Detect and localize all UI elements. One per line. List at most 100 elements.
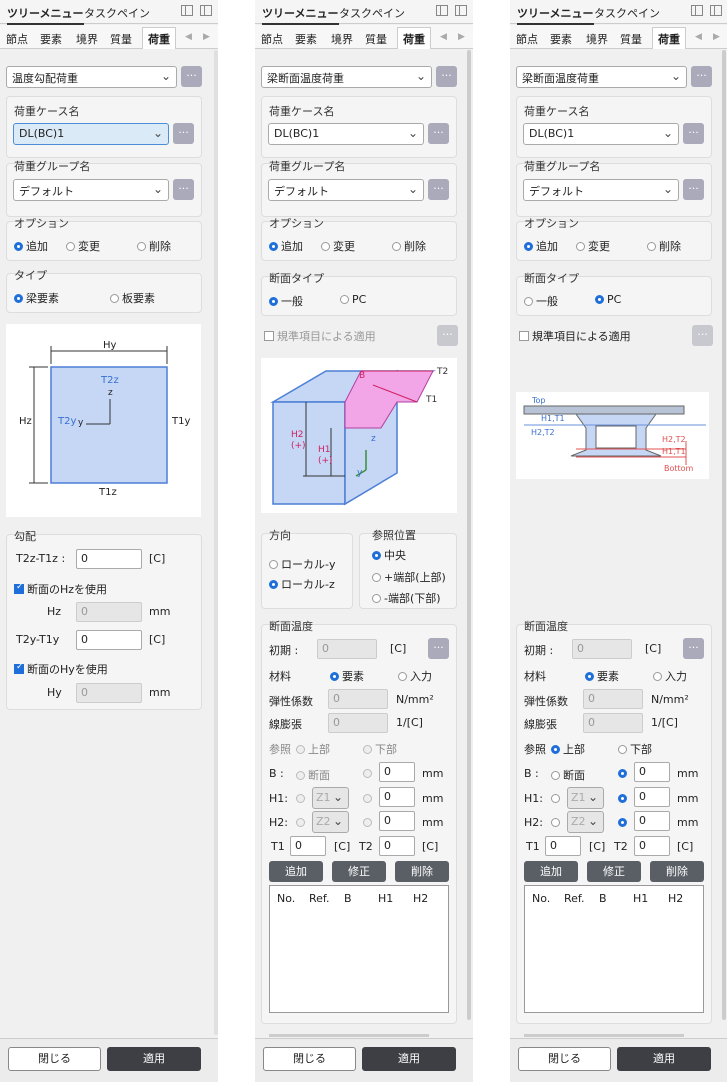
option-add-radio[interactable]: 追加 [14, 238, 48, 254]
h2-select-radio[interactable] [296, 816, 308, 829]
h1-select[interactable]: Z1 ⌄ [312, 787, 349, 809]
initial-input[interactable]: 0 [572, 639, 632, 659]
tab-element[interactable]: 要素 [40, 31, 62, 47]
h2-input[interactable]: 0 [379, 811, 415, 831]
tab-load[interactable]: 荷重 [652, 27, 686, 49]
tab-next-icon[interactable]: ▶ [713, 32, 720, 42]
by-standard-checkbox[interactable]: 規準項目による適用 [519, 328, 631, 344]
h1-select-radio[interactable] [296, 792, 308, 805]
col-h1[interactable]: H1 [378, 892, 393, 905]
tab-node[interactable]: 節点 [261, 31, 283, 47]
load-case-select[interactable]: DL(BC)1 ⌄ [523, 123, 679, 145]
col-no[interactable]: No. [277, 892, 295, 905]
tab-prev-icon[interactable]: ◀ [695, 32, 702, 42]
option-add-radio[interactable]: 追加 [524, 238, 558, 254]
tab-mass[interactable]: 質量 [110, 31, 132, 47]
initial-more-button[interactable]: ... [683, 638, 704, 659]
h-scrollbar[interactable] [524, 1034, 684, 1037]
split-icon[interactable] [455, 5, 467, 16]
b-section-radio[interactable]: 断面 [296, 767, 330, 783]
load-group-select[interactable]: デフォルト ⌄ [268, 179, 424, 201]
ref-center-radio[interactable]: 中央 [372, 547, 406, 563]
delete-row-button[interactable]: 削除 [395, 861, 449, 882]
close-button[interactable]: 閉じる [8, 1047, 101, 1071]
add-row-button[interactable]: 追加 [269, 861, 323, 882]
option-delete-radio[interactable]: 削除 [392, 238, 426, 254]
tab-boundary[interactable]: 境界 [331, 31, 353, 47]
ref2-bottom-radio[interactable]: 下部 [363, 741, 397, 757]
tab-prev-icon[interactable]: ◀ [440, 32, 447, 42]
tab-boundary[interactable]: 境界 [76, 31, 98, 47]
t1-input[interactable]: 0 [290, 836, 326, 856]
thermal-input[interactable]: 0 [583, 713, 643, 733]
initial-more-button[interactable]: ... [428, 638, 449, 659]
scrollbar[interactable] [722, 50, 726, 1020]
load-group-more-button[interactable]: ... [428, 179, 449, 200]
close-button[interactable]: 閉じる [263, 1047, 356, 1071]
elastic-input[interactable]: 0 [583, 689, 643, 709]
tab-task-pane[interactable]: タスクペイン [594, 5, 660, 21]
t2y-t1y-input[interactable]: 0 [76, 630, 142, 650]
h1-select-radio[interactable] [551, 792, 563, 805]
load-group-select[interactable]: デフォルト ⌄ [523, 179, 679, 201]
apply-button[interactable]: 適用 [362, 1047, 456, 1071]
use-hz-checkbox[interactable]: 断面のHzを使用 [14, 581, 107, 597]
load-type-select[interactable]: 梁断面温度荷重 ⌄ [261, 66, 432, 88]
apply-button[interactable]: 適用 [617, 1047, 711, 1071]
restore-icon[interactable] [181, 5, 193, 16]
ref2-top-radio[interactable]: 上部 [551, 741, 585, 757]
initial-input[interactable]: 0 [317, 639, 377, 659]
more-button[interactable]: ... [436, 66, 457, 87]
load-case-select[interactable]: DL(BC)1 ⌄ [13, 123, 169, 145]
section-type-pc-radio[interactable]: PC [595, 293, 621, 306]
col-h2[interactable]: H2 [668, 892, 683, 905]
tab-task-pane[interactable]: タスクペイン [84, 5, 150, 21]
tab-load[interactable]: 荷重 [397, 27, 431, 49]
ref-plus-radio[interactable]: +端部(上部) [372, 569, 446, 585]
tab-tree-menu[interactable]: ツリーメニュー [262, 5, 339, 25]
b-value-radio[interactable] [618, 767, 630, 780]
b-section-radio[interactable]: 断面 [551, 767, 585, 783]
h1-value-radio[interactable] [618, 792, 630, 805]
option-change-radio[interactable]: 変更 [321, 238, 355, 254]
option-delete-radio[interactable]: 削除 [137, 238, 171, 254]
dir-local-z-radio[interactable]: ローカル-z [269, 576, 335, 592]
more-button[interactable]: ... [181, 66, 202, 87]
use-hy-checkbox[interactable]: 断面のHyを使用 [14, 661, 108, 677]
tab-next-icon[interactable]: ▶ [458, 32, 465, 42]
h1-input[interactable]: 0 [634, 787, 670, 807]
col-h2[interactable]: H2 [413, 892, 428, 905]
b-input[interactable]: 0 [379, 762, 415, 782]
option-change-radio[interactable]: 変更 [576, 238, 610, 254]
tab-prev-icon[interactable]: ◀ [185, 32, 192, 42]
t2z-t1z-input[interactable]: 0 [76, 549, 142, 569]
temperature-table[interactable]: No. Ref. B H1 H2 [269, 885, 449, 1013]
material-element-radio[interactable]: 要素 [585, 668, 619, 684]
load-group-select[interactable]: デフォルト ⌄ [13, 179, 169, 201]
add-row-button[interactable]: 追加 [524, 861, 578, 882]
tab-task-pane[interactable]: タスクペイン [339, 5, 405, 21]
tab-load[interactable]: 荷重 [142, 27, 176, 49]
material-input-radio[interactable]: 入力 [398, 668, 432, 684]
h2-select-radio[interactable] [551, 816, 563, 829]
b-value-radio[interactable] [363, 767, 375, 780]
edit-row-button[interactable]: 修正 [587, 861, 641, 882]
close-button[interactable]: 閉じる [518, 1047, 611, 1071]
col-b[interactable]: B [599, 892, 607, 905]
option-change-radio[interactable]: 変更 [66, 238, 100, 254]
load-type-select[interactable]: 梁断面温度荷重 ⌄ [516, 66, 687, 88]
restore-icon[interactable] [691, 5, 703, 16]
tab-boundary[interactable]: 境界 [586, 31, 608, 47]
type-beam-radio[interactable]: 梁要素 [14, 290, 59, 306]
h1-value-radio[interactable] [363, 792, 375, 805]
more-button[interactable]: ... [691, 66, 712, 87]
t2-input[interactable]: 0 [634, 836, 670, 856]
standard-more-button[interactable]: ... [437, 325, 458, 346]
load-group-more-button[interactable]: ... [683, 179, 704, 200]
standard-more-button[interactable]: ... [692, 325, 713, 346]
edit-row-button[interactable]: 修正 [332, 861, 386, 882]
thermal-input[interactable]: 0 [328, 713, 388, 733]
tab-tree-menu[interactable]: ツリーメニュー [7, 5, 84, 25]
option-delete-radio[interactable]: 削除 [647, 238, 681, 254]
tab-node[interactable]: 節点 [6, 31, 28, 47]
